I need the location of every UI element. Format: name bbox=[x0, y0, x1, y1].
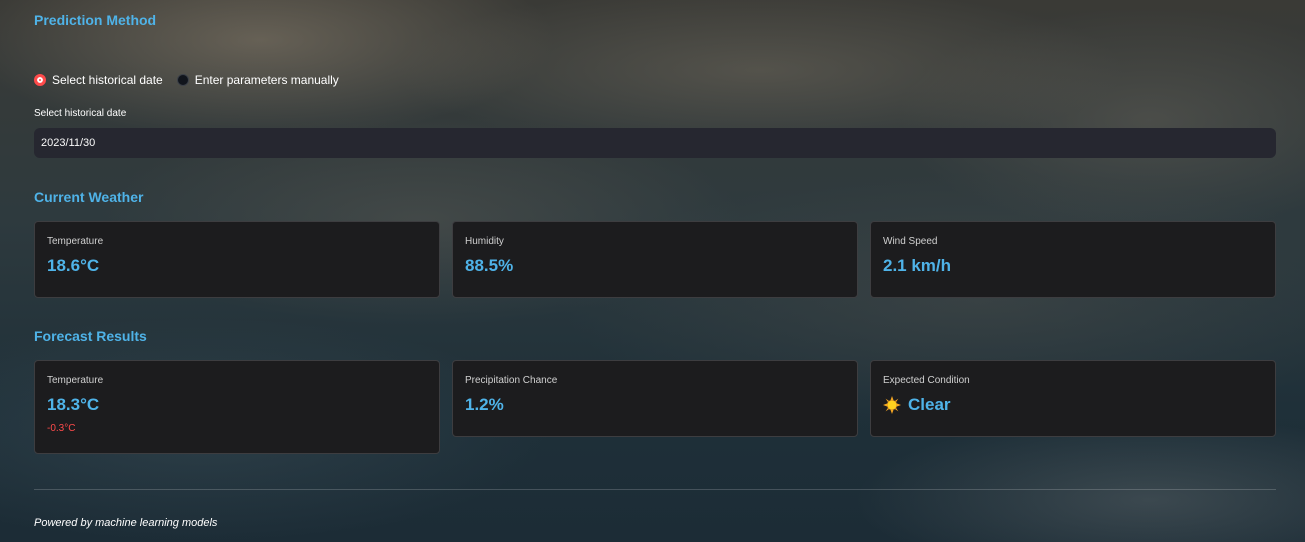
radio-option-historical-date[interactable]: Select historical date bbox=[34, 73, 163, 87]
date-field-label: Select historical date bbox=[34, 108, 127, 119]
metric-value: 18.6°C bbox=[47, 256, 100, 275]
metric-card-forecast-condition: Expected Condition Clear bbox=[870, 360, 1276, 437]
metric-card-current-humidity: Humidity 88.5% bbox=[452, 221, 858, 298]
metric-label: Temperature bbox=[47, 236, 104, 247]
sun-icon bbox=[883, 396, 901, 414]
metric-value: 88.5% bbox=[465, 256, 514, 275]
metric-value: 2.1 km/h bbox=[883, 256, 952, 275]
historical-date-input[interactable] bbox=[34, 128, 1276, 158]
metric-label: Expected Condition bbox=[883, 375, 970, 386]
metric-label: Humidity bbox=[465, 236, 504, 247]
metric-label: Precipitation Chance bbox=[465, 375, 558, 386]
footer-divider bbox=[34, 489, 1276, 490]
current-weather-title: Current Weather bbox=[34, 189, 144, 205]
metric-value-row: Clear bbox=[883, 395, 1263, 415]
prediction-method-title: Prediction Method bbox=[34, 12, 157, 28]
metric-card-current-temperature: Temperature 18.6°C bbox=[34, 221, 440, 298]
radio-selected-icon[interactable] bbox=[34, 74, 46, 86]
metric-card-forecast-temperature: Temperature 18.3°C -0.3°C bbox=[34, 360, 440, 454]
metric-value: Clear bbox=[908, 395, 951, 414]
forecast-results-title: Forecast Results bbox=[34, 328, 147, 344]
metric-delta: -0.3°C bbox=[47, 423, 76, 434]
metric-card-current-wind-speed: Wind Speed 2.1 km/h bbox=[870, 221, 1276, 298]
radio-unselected-icon[interactable] bbox=[176, 74, 189, 86]
footer-text: Powered by machine learning models bbox=[34, 517, 218, 529]
metric-card-forecast-precipitation: Precipitation Chance 1.2% bbox=[452, 360, 858, 437]
radio-option-label: Select historical date bbox=[52, 73, 163, 87]
radio-option-label: Enter parameters manually bbox=[194, 73, 339, 87]
metric-value: 18.3°C bbox=[47, 395, 100, 414]
metric-label: Wind Speed bbox=[883, 236, 938, 247]
metric-label: Temperature bbox=[47, 375, 104, 386]
radio-option-manual-parameters[interactable]: Enter parameters manually bbox=[176, 73, 339, 87]
prediction-method-radio-group: Select historical date Enter parameters … bbox=[34, 73, 353, 87]
metric-value: 1.2% bbox=[465, 395, 504, 414]
